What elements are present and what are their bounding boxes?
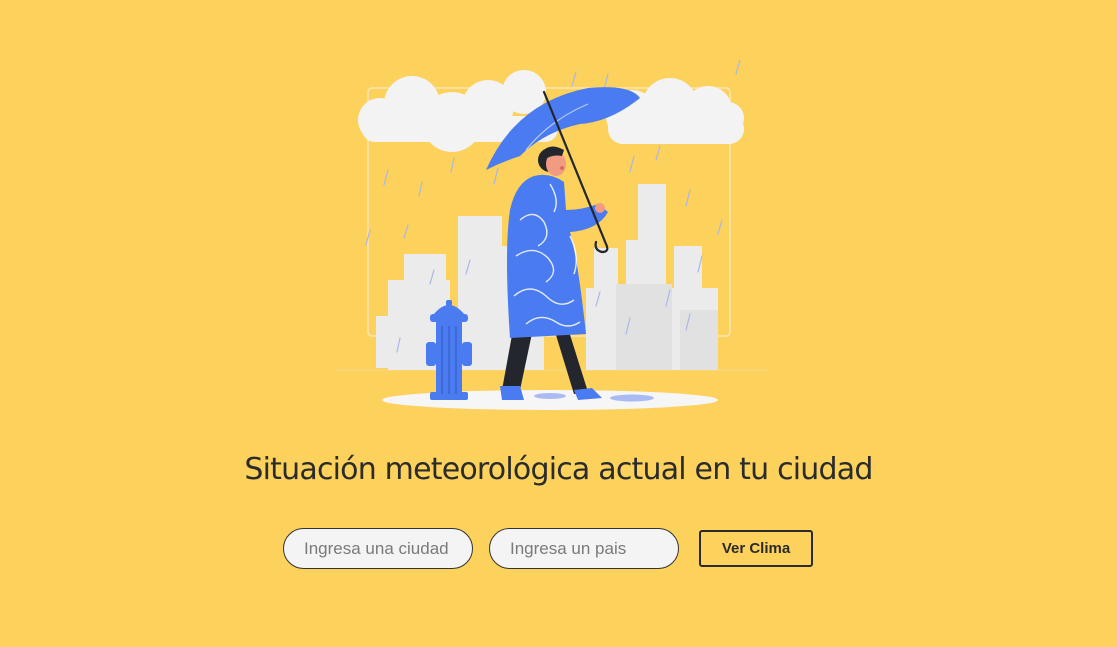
city-input[interactable] bbox=[283, 528, 473, 569]
country-input[interactable] bbox=[489, 528, 679, 569]
rain-illustration bbox=[330, 59, 770, 420]
weather-search-form: Ver Clima bbox=[283, 528, 813, 569]
view-weather-button[interactable]: Ver Clima bbox=[699, 530, 813, 567]
page-title: Situación meteorológica actual en tu ciu… bbox=[244, 452, 873, 487]
